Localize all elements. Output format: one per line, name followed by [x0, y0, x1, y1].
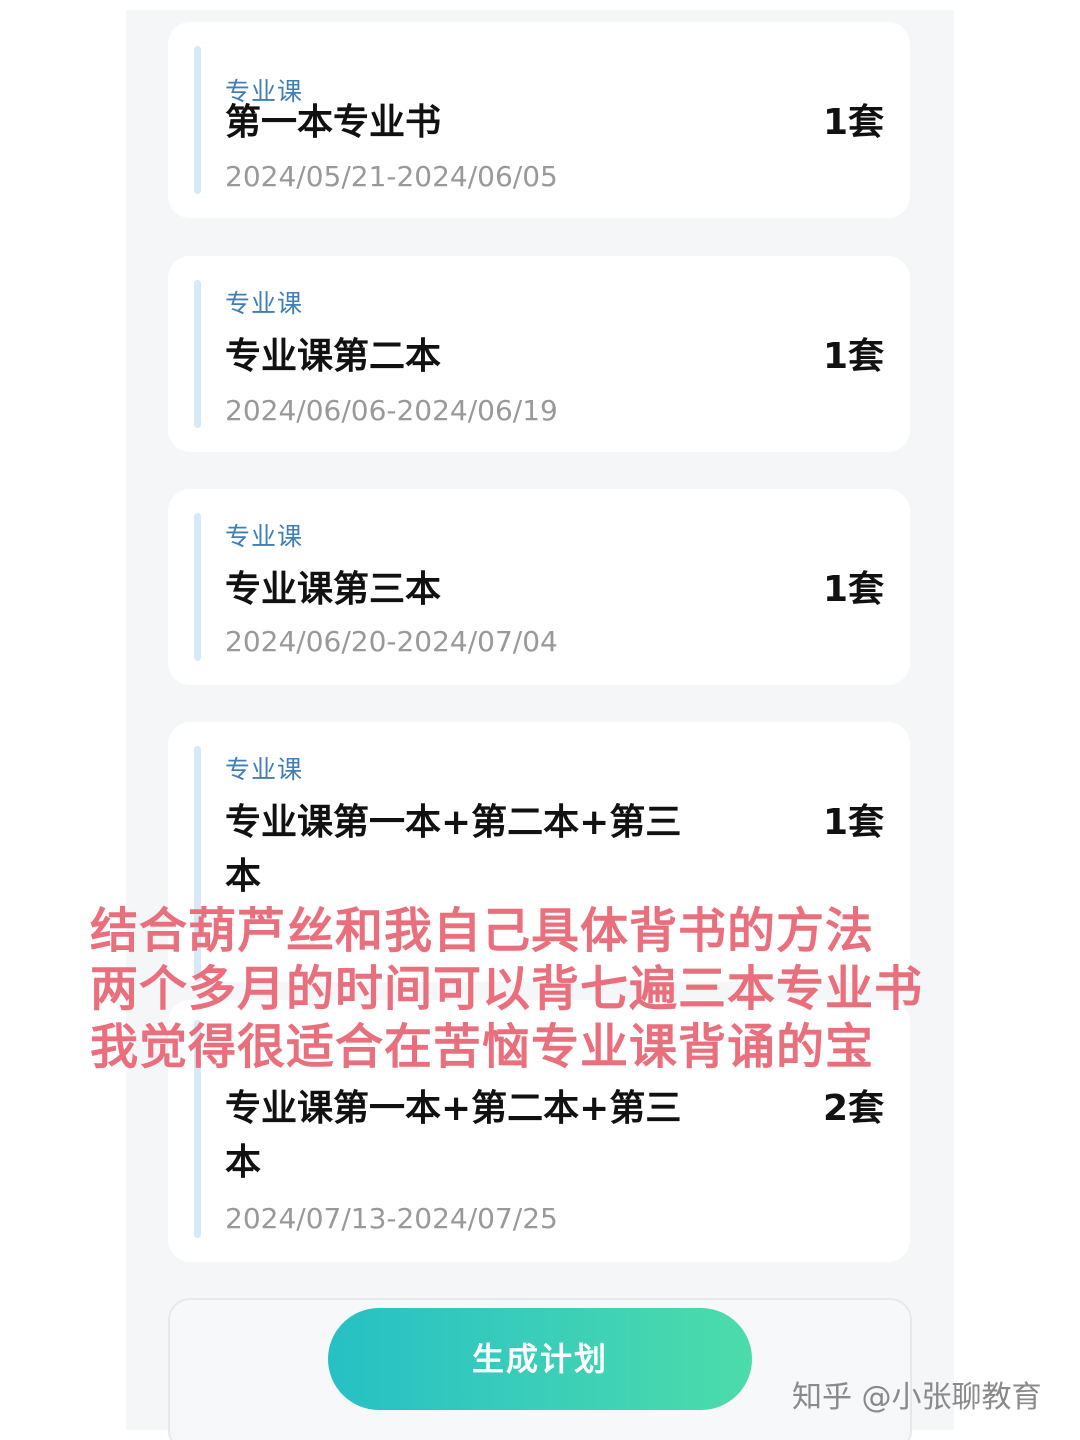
- card-count: 1套: [822, 802, 884, 843]
- plan-card[interactable]: 专业课 专业课第三本 1套 2024/06/20-2024/07/04: [168, 489, 910, 685]
- card-count: 1套: [822, 336, 884, 377]
- card-title: 专业课第三本: [225, 569, 442, 610]
- card-date-range: 2024/05/21-2024/06/05: [225, 160, 558, 193]
- overlay-line: 结合葫芦丝和我自己具体背书的方法: [90, 903, 875, 959]
- card-count: 2套: [822, 1088, 884, 1129]
- card-title: 专业课第一本+第二本+第三本: [225, 1088, 682, 1183]
- card-accent-bar: [194, 513, 201, 661]
- card-title: 第一本专业书: [225, 102, 442, 143]
- plan-card[interactable]: 专业课 第一本专业书 1套 2024/05/21-2024/06/05: [168, 22, 910, 218]
- card-count: 1套: [822, 102, 884, 143]
- card-date-range: 2024/06/20-2024/07/04: [225, 625, 558, 658]
- card-tag: 专业课: [225, 755, 304, 784]
- card-tag: 专业课: [225, 289, 304, 318]
- overlay-line: 两个多月的时间可以背七遍三本专业书: [90, 961, 924, 1017]
- card-title: 专业课第一本+第二本+第三本: [225, 802, 682, 897]
- overlay-line: 我觉得很适合在苦恼专业课背诵的宝: [90, 1019, 875, 1075]
- watermark: 知乎 @小张聊教育: [792, 1380, 1042, 1415]
- overlay-caption: 结合葫芦丝和我自己具体背书的方法 两个多月的时间可以背七遍三本专业书 我觉得很适…: [90, 902, 1030, 1076]
- card-title: 专业课第二本: [225, 336, 442, 377]
- card-date-range: 2024/06/06-2024/06/19: [225, 394, 558, 427]
- card-count: 1套: [822, 569, 884, 610]
- card-accent-bar: [194, 46, 201, 194]
- card-tag: 专业课: [225, 522, 304, 551]
- plan-card[interactable]: 专业课 专业课第二本 1套 2024/06/06-2024/06/19: [168, 256, 910, 452]
- card-date-range: 2024/07/13-2024/07/25: [225, 1202, 558, 1235]
- screen: 专业课 第一本专业书 1套 2024/05/21-2024/06/05 专业课 …: [0, 0, 1080, 1440]
- generate-plan-button[interactable]: 生成计划: [328, 1308, 752, 1410]
- card-accent-bar: [194, 280, 201, 428]
